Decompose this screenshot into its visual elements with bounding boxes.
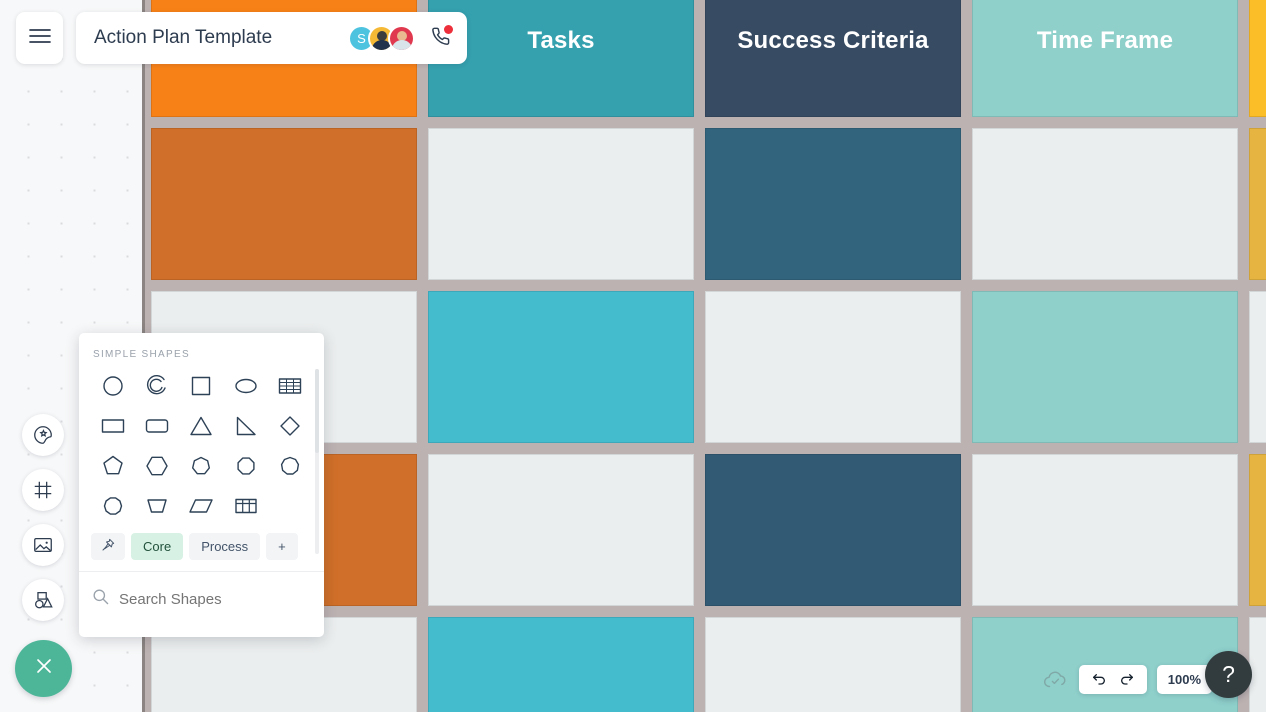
page-title[interactable]: Action Plan Template — [94, 27, 348, 49]
undo-redo-group — [1078, 665, 1147, 694]
undo-button[interactable] — [1090, 672, 1108, 688]
shapes-section-label: SIMPLE SHAPES — [93, 349, 190, 360]
octagon-shape[interactable] — [224, 449, 268, 483]
diamond-shape[interactable] — [268, 409, 312, 443]
shapes-grid — [79, 369, 324, 527]
zoom-level-button[interactable]: 100% — [1156, 665, 1212, 694]
board-cell[interactable] — [1249, 454, 1266, 606]
ellipse-shape[interactable] — [224, 369, 268, 403]
redo-button[interactable] — [1118, 672, 1136, 688]
tab-label: + — [278, 539, 286, 554]
grid-table-shape[interactable] — [224, 489, 268, 523]
search-input[interactable] — [119, 590, 318, 608]
board-cell[interactable] — [705, 128, 961, 280]
call-button[interactable] — [425, 24, 453, 52]
frame-tool-button[interactable] — [22, 469, 64, 511]
board-cell[interactable] — [1249, 128, 1266, 280]
column-header-label: Tasks — [527, 27, 595, 54]
board-header-column-tasks[interactable]: Tasks — [428, 0, 694, 117]
board-header-column-success-criteria[interactable]: Success Criteria — [705, 0, 961, 117]
board-header-column-extra[interactable] — [1249, 0, 1266, 117]
image-tool-button[interactable] — [22, 524, 64, 566]
triangle-shape[interactable] — [179, 409, 223, 443]
core-tab[interactable]: Core — [131, 533, 184, 560]
tab-label: Core — [143, 539, 172, 554]
image-icon — [32, 534, 54, 556]
tab-label: Process — [201, 539, 249, 554]
board-cell[interactable] — [705, 454, 961, 606]
board-cell[interactable] — [705, 617, 961, 712]
board-cell[interactable] — [1249, 291, 1266, 443]
board-titlebar: Action Plan Template S — [76, 12, 467, 64]
column-header-label: Success Criteria — [737, 27, 929, 54]
shapes-scrollbar[interactable] — [315, 369, 319, 554]
help-label: ? — [1222, 661, 1235, 687]
pentagon-shape[interactable] — [91, 449, 135, 483]
help-button[interactable]: ? — [1205, 651, 1252, 698]
column-header-label: Time Frame — [1036, 27, 1174, 54]
nonagon-shape[interactable] — [268, 449, 312, 483]
frame-icon — [32, 479, 54, 501]
arc-shape[interactable] — [135, 369, 179, 403]
sticker-icon — [32, 424, 54, 446]
board-cell[interactable] — [972, 291, 1238, 443]
call-notification-dot — [444, 25, 453, 34]
square-shape[interactable] — [179, 369, 223, 403]
hamburger-menu-icon — [28, 27, 52, 50]
pin-icon — [100, 537, 116, 556]
decagon-shape[interactable] — [91, 489, 135, 523]
board-header-column-time-frame[interactable]: Time Frame — [972, 0, 1238, 117]
board-cell[interactable] — [151, 128, 417, 280]
board-cell[interactable] — [705, 291, 961, 443]
sticker-tool-button[interactable] — [22, 414, 64, 456]
close-icon — [32, 654, 56, 683]
heptagon-shape[interactable] — [179, 449, 223, 483]
rectangle-shape[interactable] — [91, 409, 135, 443]
process-tab[interactable]: Process — [189, 533, 261, 560]
search-icon — [91, 587, 110, 611]
right-triangle-shape[interactable] — [224, 409, 268, 443]
whiteboard-app: Tasks Success Criteria Time Frame Action… — [0, 0, 1266, 712]
board-cell[interactable] — [1249, 617, 1266, 712]
hexagon-shape[interactable] — [135, 449, 179, 483]
table-lines-shape[interactable] — [268, 369, 312, 403]
board-cell[interactable] — [972, 128, 1238, 280]
circle-shape[interactable] — [91, 369, 135, 403]
cloud-check-icon[interactable] — [1043, 670, 1069, 690]
shapes-icon — [32, 589, 54, 611]
pin-tab[interactable] — [91, 533, 125, 560]
board-cell[interactable] — [428, 128, 694, 280]
board-cell[interactable] — [428, 454, 694, 606]
shapes-category-tabs: Core Process + — [79, 527, 324, 572]
parallelogram-shape[interactable] — [179, 489, 223, 523]
close-panel-button[interactable] — [15, 640, 72, 697]
collaborator-avatars: S — [348, 24, 415, 52]
trapezoid-shape[interactable] — [135, 489, 179, 523]
add-tab[interactable]: + — [266, 533, 298, 560]
avatar-body — [391, 39, 412, 50]
shapes-search-row — [79, 572, 324, 626]
avatar[interactable] — [388, 24, 415, 52]
main-menu-button[interactable] — [16, 12, 63, 64]
rounded-rectangle-shape[interactable] — [135, 409, 179, 443]
board-cell[interactable] — [428, 617, 694, 712]
board-cell[interactable] — [972, 454, 1238, 606]
shapes-tool-button[interactable] — [22, 579, 64, 621]
zoom-level-label: 100% — [1167, 672, 1201, 687]
board-cell[interactable] — [428, 291, 694, 443]
shapes-panel: SIMPLE SHAPES Core Process + — [79, 333, 324, 637]
